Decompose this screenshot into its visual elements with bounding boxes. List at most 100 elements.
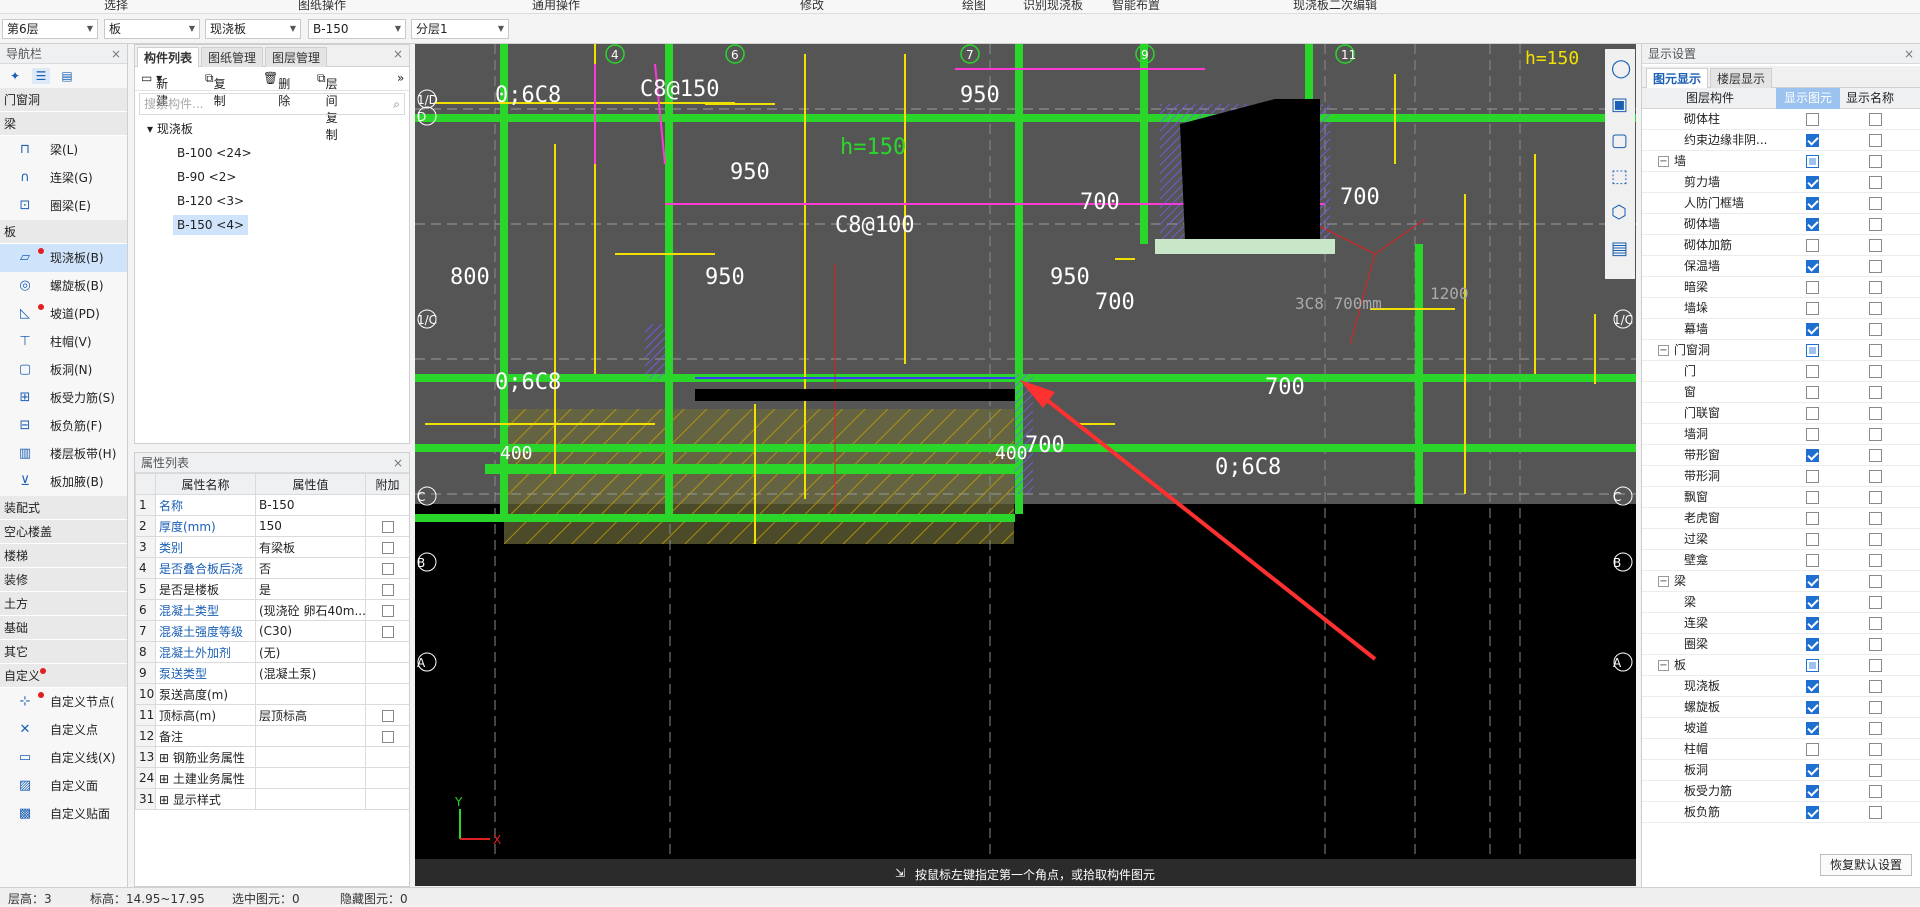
close-icon[interactable]: × [111, 44, 121, 64]
show-element-checkbox[interactable] [1806, 302, 1819, 315]
expand-icon[interactable]: ⊞ [159, 751, 173, 765]
subtype-select[interactable]: 现浇板 ▼ [205, 19, 301, 39]
show-name-checkbox[interactable] [1869, 113, 1882, 126]
nav-category-other[interactable]: 其它 [0, 640, 127, 664]
show-name-checkbox[interactable] [1869, 386, 1882, 399]
property-row[interactable]: 11 顶标高(m) 层顶标高 [135, 704, 409, 726]
extra-checkbox[interactable] [381, 583, 394, 596]
close-icon[interactable]: × [393, 453, 403, 473]
show-name-checkbox[interactable] [1869, 680, 1882, 693]
nav-category-hollow-floor[interactable]: 空心楼盖 [0, 520, 127, 544]
collapse-icon[interactable]: − [1658, 156, 1669, 167]
show-name-checkbox[interactable] [1869, 575, 1882, 588]
extra-checkbox[interactable] [381, 541, 394, 554]
collapse-icon[interactable]: − [1658, 660, 1669, 671]
show-name-checkbox[interactable] [1869, 260, 1882, 273]
show-name-checkbox[interactable] [1869, 218, 1882, 231]
collapse-icon[interactable]: − [1658, 576, 1669, 587]
nav-item-custom-line[interactable]: ▭ 自定义线(X) [0, 744, 127, 772]
show-name-checkbox[interactable] [1869, 764, 1882, 777]
show-name-checkbox[interactable] [1869, 365, 1882, 378]
show-element-checkbox[interactable] [1806, 176, 1819, 189]
show-element-checkbox[interactable] [1806, 806, 1819, 819]
display-row[interactable]: 螺旋板 [1642, 697, 1920, 718]
collapse-icon[interactable]: ▾ [147, 122, 153, 136]
show-name-checkbox[interactable] [1869, 638, 1882, 651]
display-row[interactable]: 约束边缘非阴... [1642, 130, 1920, 151]
show-element-checkbox[interactable] [1806, 596, 1819, 609]
show-name-checkbox[interactable] [1869, 701, 1882, 714]
show-element-checkbox[interactable] [1806, 449, 1819, 462]
show-element-checkbox[interactable] [1806, 554, 1819, 567]
show-element-checkbox[interactable] [1806, 638, 1819, 651]
extra-checkbox[interactable] [381, 625, 394, 638]
show-element-checkbox[interactable] [1806, 470, 1819, 483]
property-row[interactable]: 31 ⊞ 显示样式 [135, 788, 409, 810]
property-row[interactable]: 2 厚度(mm) 150 [135, 515, 409, 537]
nav-category-finish[interactable]: 装修 [0, 568, 127, 592]
show-name-checkbox[interactable] [1869, 806, 1882, 819]
expand-icon[interactable]: ⊞ [159, 793, 173, 807]
show-element-checkbox[interactable] [1806, 281, 1819, 294]
display-row[interactable]: 飘窗 [1642, 487, 1920, 508]
show-name-checkbox[interactable] [1869, 491, 1882, 504]
property-value[interactable]: 是 [255, 578, 366, 600]
ribbon-draw[interactable]: 绘图 [962, 0, 986, 13]
display-row[interactable]: 柱帽 [1642, 739, 1920, 760]
nav-item-cast-slab[interactable]: ▱ 现浇板(B) [0, 244, 127, 272]
show-element-checkbox[interactable] [1806, 764, 1819, 777]
property-value[interactable] [255, 683, 366, 705]
display-row[interactable]: 连梁 [1642, 613, 1920, 634]
show-element-checkbox[interactable] [1806, 743, 1819, 756]
nav-item-custom-face[interactable]: ▨ 自定义面 [0, 772, 127, 800]
show-name-checkbox[interactable] [1869, 659, 1882, 672]
show-element-checkbox[interactable] [1806, 680, 1819, 693]
show-name-checkbox[interactable] [1869, 470, 1882, 483]
show-name-checkbox[interactable] [1869, 449, 1882, 462]
display-row[interactable]: 墙洞 [1642, 424, 1920, 445]
display-row[interactable]: 剪力墙 [1642, 172, 1920, 193]
nav-item-coupling-beam[interactable]: ∩ 连梁(G) [0, 164, 127, 192]
display-row[interactable]: − 墙 [1642, 151, 1920, 172]
delete-button[interactable]: 🗑 删除 [263, 71, 290, 108]
show-element-checkbox[interactable] [1806, 155, 1819, 168]
show-element-checkbox[interactable] [1806, 701, 1819, 714]
show-name-checkbox[interactable] [1869, 512, 1882, 525]
show-name-checkbox[interactable] [1869, 722, 1882, 735]
show-element-checkbox[interactable] [1806, 512, 1819, 525]
property-row[interactable]: 4 是否叠合板后浇否 [135, 557, 409, 579]
tab-component-list[interactable]: 构件列表 [137, 47, 200, 67]
close-icon[interactable]: × [1904, 44, 1914, 64]
property-value[interactable]: (无) [255, 641, 366, 663]
show-name-checkbox[interactable] [1869, 281, 1882, 294]
display-row[interactable]: − 板 [1642, 655, 1920, 676]
display-row[interactable]: 现浇板 [1642, 676, 1920, 697]
component-search-input[interactable]: 搜索构件... ⌕ [139, 93, 405, 115]
nav-item-floor-strip[interactable]: ▥ 楼层板带(H) [0, 440, 127, 468]
display-row[interactable]: − 门窗洞 [1642, 340, 1920, 361]
show-element-checkbox[interactable] [1806, 617, 1819, 630]
show-element-checkbox[interactable] [1806, 533, 1819, 546]
component-item-selected[interactable]: B-150 <4> [135, 213, 409, 237]
show-element-checkbox[interactable] [1806, 659, 1819, 672]
property-value[interactable] [255, 725, 366, 747]
header-show-name[interactable]: 显示名称 [1846, 88, 1894, 109]
display-row[interactable]: 老虎窗 [1642, 508, 1920, 529]
display-row[interactable]: 保温墙 [1642, 256, 1920, 277]
show-element-checkbox[interactable] [1806, 491, 1819, 504]
display-row[interactable]: 坡道 [1642, 718, 1920, 739]
display-row[interactable]: 幕墙 [1642, 319, 1920, 340]
pin-icon[interactable]: ✦ [6, 68, 24, 84]
property-row[interactable]: 13 ⊞ 钢筋业务属性 [135, 746, 409, 768]
more-icon[interactable]: » [397, 71, 404, 85]
show-element-checkbox[interactable] [1806, 113, 1819, 126]
show-name-checkbox[interactable] [1869, 596, 1882, 609]
layer-select[interactable]: 分层1 ▼ [411, 19, 509, 39]
display-row[interactable]: 板受力筋 [1642, 781, 1920, 802]
cad-drawing[interactable]: 0;6C8 C8@150 C8@100 h=150 950 950 950 950 800 0;6… [415, 44, 1636, 886]
property-row[interactable]: 3 类别 有梁板 [135, 536, 409, 558]
nav-category-slab[interactable]: 板 [0, 220, 127, 244]
nav-item-slab-hole[interactable]: ▢ 板洞(N) [0, 356, 127, 384]
ribbon-smart-layout[interactable]: 智能布置 [1112, 0, 1160, 13]
property-value[interactable]: 有梁板 [255, 536, 366, 558]
